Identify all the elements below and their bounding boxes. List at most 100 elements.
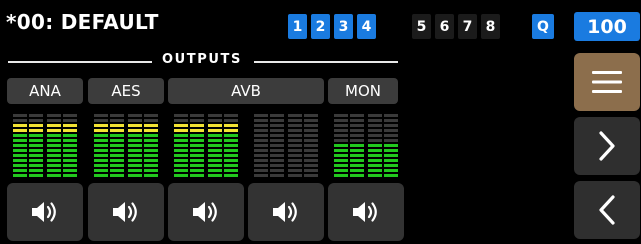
- meter-segment: [334, 169, 348, 172]
- meter-segment: [190, 129, 204, 132]
- meter-segment: [208, 159, 222, 162]
- meter-segment: [384, 134, 398, 137]
- meter-segment: [29, 134, 43, 137]
- meter-segment: [128, 139, 142, 142]
- meter-segment: [270, 119, 284, 122]
- meter-segment: [63, 124, 77, 127]
- meter-segment: [110, 119, 124, 122]
- level-button[interactable]: 100: [574, 12, 640, 41]
- bank-button-8[interactable]: 8: [481, 14, 500, 39]
- mute-button-ana[interactable]: [7, 183, 83, 241]
- meter-segment: [144, 134, 158, 137]
- meter-segment: [384, 169, 398, 172]
- meter-segment: [384, 124, 398, 127]
- meter-segment: [224, 129, 238, 132]
- meter-segment: [288, 119, 302, 122]
- meter-segment: [174, 149, 188, 152]
- chevron-right-icon: [599, 131, 615, 161]
- meter-segment: [384, 174, 398, 177]
- meter-segment: [224, 124, 238, 127]
- meter-segment: [128, 134, 142, 137]
- meter-segment: [94, 149, 108, 152]
- meter-segment: [334, 114, 348, 117]
- meter-segment: [94, 119, 108, 122]
- meter-segment: [190, 174, 204, 177]
- meter-segment: [288, 129, 302, 132]
- meter-segment: [384, 119, 398, 122]
- meter-segment: [270, 129, 284, 132]
- meter-segment: [224, 139, 238, 142]
- meter-segment: [128, 129, 142, 132]
- meter-segment: [254, 159, 268, 162]
- bank-button-5[interactable]: 5: [412, 14, 431, 39]
- meter-segment: [128, 169, 142, 172]
- meter-segment: [144, 119, 158, 122]
- meter-segment: [368, 119, 382, 122]
- meter-segment: [384, 154, 398, 157]
- meter-segment: [368, 144, 382, 147]
- meter-segment: [29, 119, 43, 122]
- bank-button-1[interactable]: 1: [288, 14, 307, 39]
- meter-segment: [29, 164, 43, 167]
- q-button[interactable]: Q: [532, 14, 554, 39]
- bank-button-4[interactable]: 4: [357, 14, 376, 39]
- meter-segment: [13, 159, 27, 162]
- meter-segment: [63, 159, 77, 162]
- meter-segment: [63, 139, 77, 142]
- meter-segment: [334, 124, 348, 127]
- meter-segment: [254, 124, 268, 127]
- meter-segment: [128, 119, 142, 122]
- bank-button-7[interactable]: 7: [458, 14, 477, 39]
- meter-segment: [288, 139, 302, 142]
- meter-segment: [254, 119, 268, 122]
- meter-segment: [224, 134, 238, 137]
- meter-segment: [270, 144, 284, 147]
- next-page-button[interactable]: [574, 117, 640, 175]
- meter-segment: [94, 154, 108, 157]
- meter-segment: [94, 164, 108, 167]
- meter-segment: [224, 119, 238, 122]
- meter-segment: [13, 174, 27, 177]
- mute-button-avb-1[interactable]: [168, 183, 244, 241]
- meter-segment: [334, 119, 348, 122]
- meter-segment: [13, 164, 27, 167]
- meter-segment: [270, 154, 284, 157]
- meter-segment: [190, 134, 204, 137]
- meter-segment: [270, 139, 284, 142]
- meter-segment: [304, 174, 318, 177]
- group-label-aes[interactable]: AES: [88, 78, 164, 104]
- meter-segment: [29, 159, 43, 162]
- bank-button-2[interactable]: 2: [311, 14, 330, 39]
- previous-page-button[interactable]: [574, 181, 640, 239]
- meter-segment: [144, 144, 158, 147]
- mute-button-aes[interactable]: [88, 183, 164, 241]
- group-label-ana[interactable]: ANA: [7, 78, 83, 104]
- meter-segment: [174, 129, 188, 132]
- meter-segment: [110, 129, 124, 132]
- meter-segment: [334, 174, 348, 177]
- menu-button[interactable]: [574, 53, 640, 111]
- meter-segment: [174, 139, 188, 142]
- meter-segment: [350, 124, 364, 127]
- bank-button-6[interactable]: 6: [435, 14, 454, 39]
- meter-segment: [190, 154, 204, 157]
- meter-segment: [110, 169, 124, 172]
- meter-segment: [350, 129, 364, 132]
- bank-button-3[interactable]: 3: [334, 14, 353, 39]
- meter-segment: [13, 154, 27, 157]
- meter-segment: [128, 144, 142, 147]
- meter-segment: [304, 129, 318, 132]
- meter-segment: [174, 164, 188, 167]
- meter-segment: [47, 164, 61, 167]
- meter-segment: [208, 139, 222, 142]
- meter-segment: [350, 134, 364, 137]
- meter-segment: [350, 159, 364, 162]
- meter-segment: [254, 129, 268, 132]
- meter-segment: [288, 114, 302, 117]
- group-label-mon[interactable]: MON: [328, 78, 398, 104]
- meter-segment: [288, 124, 302, 127]
- mute-button-mon[interactable]: [328, 183, 404, 241]
- group-label-avb[interactable]: AVB: [168, 78, 324, 104]
- mute-button-avb-2[interactable]: [248, 183, 324, 241]
- meter-segment: [29, 149, 43, 152]
